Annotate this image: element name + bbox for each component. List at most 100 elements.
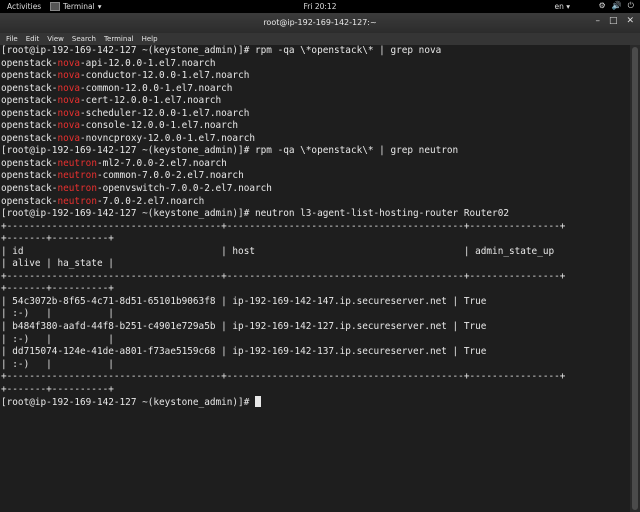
- terminal-text: -openvswitch-7.0.0-2.el7.noarch: [96, 183, 272, 195]
- system-tray[interactable]: ⚙ 🔊 ⏻: [599, 1, 634, 11]
- terminal-text: openstack-: [1, 57, 58, 69]
- keyboard-layout-label: en: [554, 2, 564, 11]
- terminal-text: | b484f380-aafd-44f8-b251-c4901e729a5b |…: [1, 321, 487, 333]
- terminal-text: -api-12.0.0-1.el7.noarch: [80, 57, 216, 69]
- terminal-text: -ml2-7.0.0-2.el7.noarch: [96, 157, 227, 169]
- terminal-text: openstack-: [1, 70, 58, 82]
- grep-match: nova: [57, 107, 81, 119]
- grep-match: nova: [57, 120, 81, 132]
- terminal-line: openstack-nova-common-12.0.0-1.el7.noarc…: [1, 83, 631, 96]
- terminal-line: +--------------------------------------+…: [1, 221, 631, 234]
- terminal-line: [root@ip-192-169-142-127 ~(keystone_admi…: [1, 396, 631, 410]
- terminal-output[interactable]: [root@ip-192-169-142-127 ~(keystone_admi…: [0, 45, 631, 512]
- terminal-text: | :-) | |: [1, 358, 114, 370]
- terminal-line: | :-) | |: [1, 334, 631, 347]
- terminal-text: | :-) | |: [1, 308, 114, 320]
- grep-match: neutron: [57, 195, 97, 207]
- maximize-icon[interactable]: □: [609, 16, 618, 26]
- window-controls: – □ ✕: [595, 16, 634, 26]
- terminal-text: +-------+----------+: [1, 383, 114, 395]
- menu-bar: File Edit View Search Terminal Help: [0, 33, 640, 45]
- grep-match: neutron: [57, 183, 97, 195]
- terminal-text: | :-) | |: [1, 333, 114, 345]
- terminal-text: -scheduler-12.0.0-1.el7.noarch: [80, 107, 250, 119]
- terminal-text: +-------+----------+: [1, 233, 114, 245]
- terminal-line: openstack-neutron-openvswitch-7.0.0-2.el…: [1, 183, 631, 196]
- terminal-text: | dd715074-124e-41de-a801-f73ae5159c68 |…: [1, 346, 487, 358]
- terminal-line: | :-) | |: [1, 308, 631, 321]
- terminal-line: [root@ip-192-169-142-127 ~(keystone_admi…: [1, 208, 631, 221]
- menu-view[interactable]: View: [47, 35, 64, 43]
- terminal-line: +-------+----------+: [1, 233, 631, 246]
- window-titlebar[interactable]: root@ip-192-169-142-127:~ – □ ✕: [0, 13, 640, 33]
- terminal-text: | alive | ha_state |: [1, 258, 114, 270]
- terminal-text: +-------+----------+: [1, 283, 114, 295]
- grep-match: nova: [57, 95, 81, 107]
- terminal-cursor: [255, 396, 261, 408]
- terminal-text: | 54c3072b-8f65-4c71-8d51-65101b9063f8 |…: [1, 295, 487, 307]
- terminal-line: | :-) | |: [1, 359, 631, 372]
- terminal-scrollbar[interactable]: [630, 45, 640, 512]
- terminal-text: -console-12.0.0-1.el7.noarch: [80, 120, 239, 132]
- accessibility-icon[interactable]: ⚙: [599, 1, 606, 11]
- terminal-line: openstack-neutron-common-7.0.0-2.el7.noa…: [1, 170, 631, 183]
- terminal-line: openstack-nova-console-12.0.0-1.el7.noar…: [1, 120, 631, 133]
- menu-search[interactable]: Search: [72, 35, 96, 43]
- terminal-text: +--------------------------------------+…: [1, 270, 566, 282]
- grep-match: nova: [57, 82, 81, 94]
- terminal-line: [root@ip-192-169-142-127 ~(keystone_admi…: [1, 145, 631, 158]
- grep-match: neutron: [57, 170, 97, 182]
- terminal-line: openstack-nova-api-12.0.0-1.el7.noarch: [1, 58, 631, 71]
- terminal-text: +--------------------------------------+…: [1, 220, 566, 232]
- terminal-text: +--------------------------------------+…: [1, 371, 566, 383]
- menu-edit[interactable]: Edit: [26, 35, 40, 43]
- menu-help[interactable]: Help: [142, 35, 158, 43]
- terminal-line: | id | host | admin_state_up: [1, 246, 631, 259]
- menu-file[interactable]: File: [6, 35, 18, 43]
- scrollbar-thumb[interactable]: [632, 47, 638, 510]
- terminal-line: +--------------------------------------+…: [1, 371, 631, 384]
- terminal-line: | alive | ha_state |: [1, 258, 631, 271]
- gnome-top-bar: Activities Terminal ▾ Fri 20:12 en ▾ ⚙ 🔊…: [0, 0, 640, 13]
- terminal-text: -novncproxy-12.0.0-1.el7.noarch: [80, 132, 256, 144]
- terminal-text: openstack-: [1, 195, 58, 207]
- grep-match: neutron: [57, 157, 97, 169]
- terminal-line: openstack-nova-scheduler-12.0.0-1.el7.no…: [1, 108, 631, 121]
- grep-match: nova: [57, 132, 81, 144]
- clock[interactable]: Fri 20:12: [0, 2, 640, 11]
- terminal-line: +-------+----------+: [1, 283, 631, 296]
- terminal-text: openstack-: [1, 95, 58, 107]
- menu-terminal[interactable]: Terminal: [104, 35, 134, 43]
- terminal-text: openstack-: [1, 132, 58, 144]
- terminal-line: openstack-nova-cert-12.0.0-1.el7.noarch: [1, 95, 631, 108]
- terminal-line: | dd715074-124e-41de-a801-f73ae5159c68 |…: [1, 346, 631, 359]
- terminal-line: openstack-nova-conductor-12.0.0-1.el7.no…: [1, 70, 631, 83]
- terminal-text: -conductor-12.0.0-1.el7.noarch: [80, 70, 250, 82]
- terminal-text: openstack-: [1, 107, 58, 119]
- keyboard-layout-indicator[interactable]: en ▾: [554, 2, 570, 11]
- terminal-line: openstack-nova-novncproxy-12.0.0-1.el7.n…: [1, 133, 631, 146]
- terminal-text: openstack-: [1, 120, 58, 132]
- terminal-text: [root@ip-192-169-142-127 ~(keystone_admi…: [1, 397, 255, 409]
- terminal-text: -common-12.0.0-1.el7.noarch: [80, 82, 233, 94]
- terminal-line: openstack-neutron-ml2-7.0.0-2.el7.noarch: [1, 158, 631, 171]
- terminal-text: openstack-: [1, 82, 58, 94]
- minimize-icon[interactable]: –: [595, 16, 600, 26]
- volume-icon[interactable]: 🔊: [612, 1, 622, 11]
- close-icon[interactable]: ✕: [626, 16, 634, 26]
- terminal-text: openstack-: [1, 170, 58, 182]
- terminal-text: [root@ip-192-169-142-127 ~(keystone_admi…: [1, 145, 459, 157]
- terminal-text: [root@ip-192-169-142-127 ~(keystone_admi…: [1, 208, 509, 220]
- terminal-text: [root@ip-192-169-142-127 ~(keystone_admi…: [1, 45, 442, 56]
- terminal-line: [root@ip-192-169-142-127 ~(keystone_admi…: [1, 45, 631, 58]
- terminal-line: openstack-neutron-7.0.0-2.el7.noarch: [1, 196, 631, 209]
- terminal-text: -common-7.0.0-2.el7.noarch: [96, 170, 244, 182]
- window-title: root@ip-192-169-142-127:~: [263, 18, 377, 27]
- terminal-window: root@ip-192-169-142-127:~ – □ ✕ File Edi…: [0, 13, 640, 512]
- grep-match: nova: [57, 57, 81, 69]
- terminal-text: -cert-12.0.0-1.el7.noarch: [80, 95, 222, 107]
- grep-match: nova: [57, 70, 81, 82]
- terminal-line: +--------------------------------------+…: [1, 271, 631, 284]
- terminal-text: | id | host | admin_state_up: [1, 245, 555, 257]
- power-icon[interactable]: ⏻: [628, 1, 634, 11]
